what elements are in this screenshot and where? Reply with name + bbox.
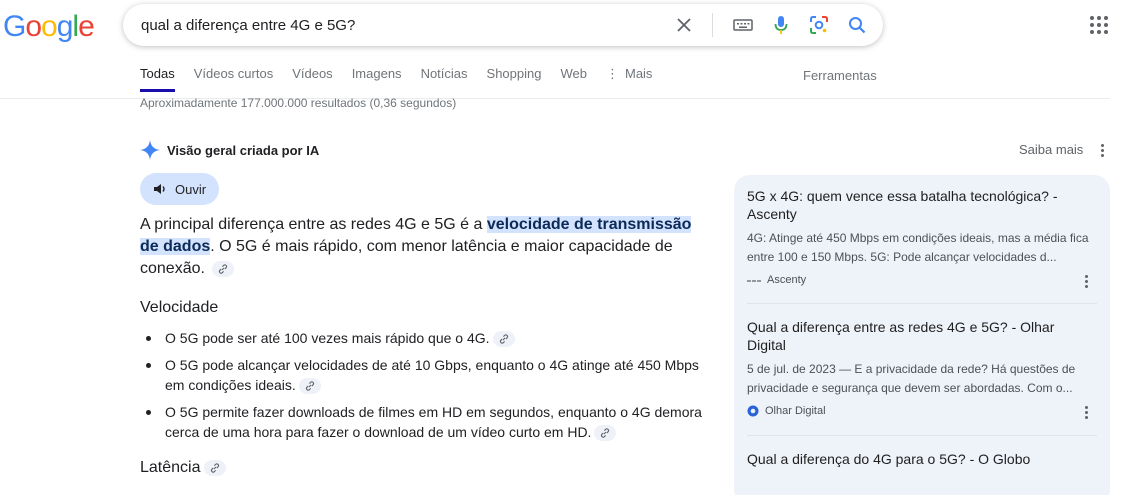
search-box: [123, 4, 883, 46]
tab-mais[interactable]: ⋮ Mais: [606, 66, 652, 92]
tools-button[interactable]: Ferramentas: [803, 68, 877, 83]
tab-mais-label: Mais: [624, 66, 653, 81]
tab-shopping[interactable]: Shopping: [487, 66, 542, 92]
tab-imagens[interactable]: Imagens: [352, 66, 402, 92]
source-card[interactable]: 5G x 4G: quem vence essa batalha tecnoló…: [747, 187, 1095, 286]
tab-noticias[interactable]: Notícias: [421, 66, 468, 92]
list-item: O 5G pode alcançar velocidades de até 10…: [146, 355, 706, 395]
link-icon[interactable]: [594, 425, 617, 442]
source-site: Olhar Digital: [747, 405, 1095, 417]
source-title[interactable]: 5G x 4G: quem vence essa batalha tecnoló…: [747, 187, 1095, 223]
listen-button[interactable]: Ouvir: [140, 173, 220, 205]
tab-videos-curtos[interactable]: Vídeos curtos: [194, 66, 274, 92]
source-card[interactable]: Qual a diferença entre as redes 4G e 5G?…: [747, 318, 1095, 417]
bullet-text: O 5G pode ser até 100 vezes mais rápido …: [165, 330, 490, 346]
source-divider: [747, 303, 1097, 304]
close-icon[interactable]: [670, 11, 698, 39]
link-icon[interactable]: [212, 260, 235, 277]
google-logo[interactable]: Google: [3, 10, 95, 44]
source-card[interactable]: Qual a diferença do 4G para o 5G? - O Gl…: [747, 450, 1095, 468]
keyboard-icon[interactable]: [729, 11, 757, 39]
velocidade-bullets: O 5G pode ser até 100 vezes mais rápido …: [146, 328, 706, 449]
logo-letter: o: [25, 10, 42, 43]
source-divider: [747, 435, 1097, 436]
mic-icon[interactable]: [767, 11, 795, 39]
search-input[interactable]: [141, 16, 660, 34]
speaker-icon: [154, 184, 165, 194]
source-more-icon[interactable]: [1081, 405, 1091, 420]
logo-letter: g: [56, 10, 74, 43]
tab-videos[interactable]: Vídeos: [292, 66, 332, 92]
ai-summary: A principal diferença entre as redes 4G …: [140, 214, 700, 280]
search-icon[interactable]: [843, 11, 871, 39]
summary-text: A principal diferença entre as redes 4G …: [140, 216, 487, 233]
sources-panel: 5G x 4G: quem vence essa batalha tecnoló…: [734, 175, 1110, 495]
source-title[interactable]: Qual a diferença do 4G para o 5G? - O Gl…: [747, 450, 1095, 468]
source-site: Ascenty: [747, 274, 1095, 286]
tab-todas[interactable]: Todas: [140, 66, 175, 92]
learn-more-link[interactable]: Saiba mais: [1019, 142, 1083, 157]
more-vert-icon: ⋮: [605, 66, 619, 81]
source-site-name: Olhar Digital: [765, 405, 826, 417]
search-tabs: Todas Vídeos curtos Vídeos Imagens Notíc…: [140, 66, 671, 92]
source-more-icon[interactable]: [1081, 274, 1091, 289]
source-snippet: 4G: Atinge até 450 Mbps em condições ide…: [747, 231, 1089, 264]
ai-overview-title: Visão geral criada por IA: [167, 142, 320, 158]
section-title-latencia: Latência: [140, 459, 226, 477]
link-icon[interactable]: [203, 459, 226, 476]
ai-overview-header: Visão geral criada por IA: [140, 140, 319, 160]
source-snippet: 5 de jul. de 2023 — E a privacidade da r…: [747, 362, 1076, 395]
logo-letter: o: [41, 10, 58, 43]
logo-letter: e: [78, 10, 95, 43]
more-options-icon[interactable]: [1097, 143, 1107, 158]
source-site-name: Ascenty: [767, 274, 807, 286]
link-icon[interactable]: [492, 331, 515, 348]
bullet-text: O 5G permite fazer downloads de filmes e…: [165, 404, 702, 440]
link-icon[interactable]: [298, 378, 321, 395]
olhar-digital-favicon: [747, 405, 759, 417]
bullet-text: O 5G pode alcançar velocidades de até 10…: [165, 357, 699, 393]
ascenty-favicon: [747, 280, 761, 282]
source-title[interactable]: Qual a diferença entre as redes 4G e 5G?…: [747, 318, 1095, 354]
search-divider: [712, 13, 713, 37]
listen-label: Ouvir: [175, 181, 207, 197]
result-stats: Aproximadamente 177.000.000 resultados (…: [140, 96, 457, 110]
tab-web[interactable]: Web: [560, 66, 587, 92]
section-title-velocidade: Velocidade: [140, 299, 219, 316]
section-title-text: Latência: [140, 459, 201, 476]
lens-icon[interactable]: [805, 11, 833, 39]
list-item: O 5G pode ser até 100 vezes mais rápido …: [146, 328, 706, 348]
apps-grid-icon[interactable]: [1090, 16, 1108, 34]
sparkle-icon: [140, 140, 160, 160]
logo-letter: G: [3, 10, 26, 43]
list-item: O 5G permite fazer downloads de filmes e…: [146, 402, 706, 442]
